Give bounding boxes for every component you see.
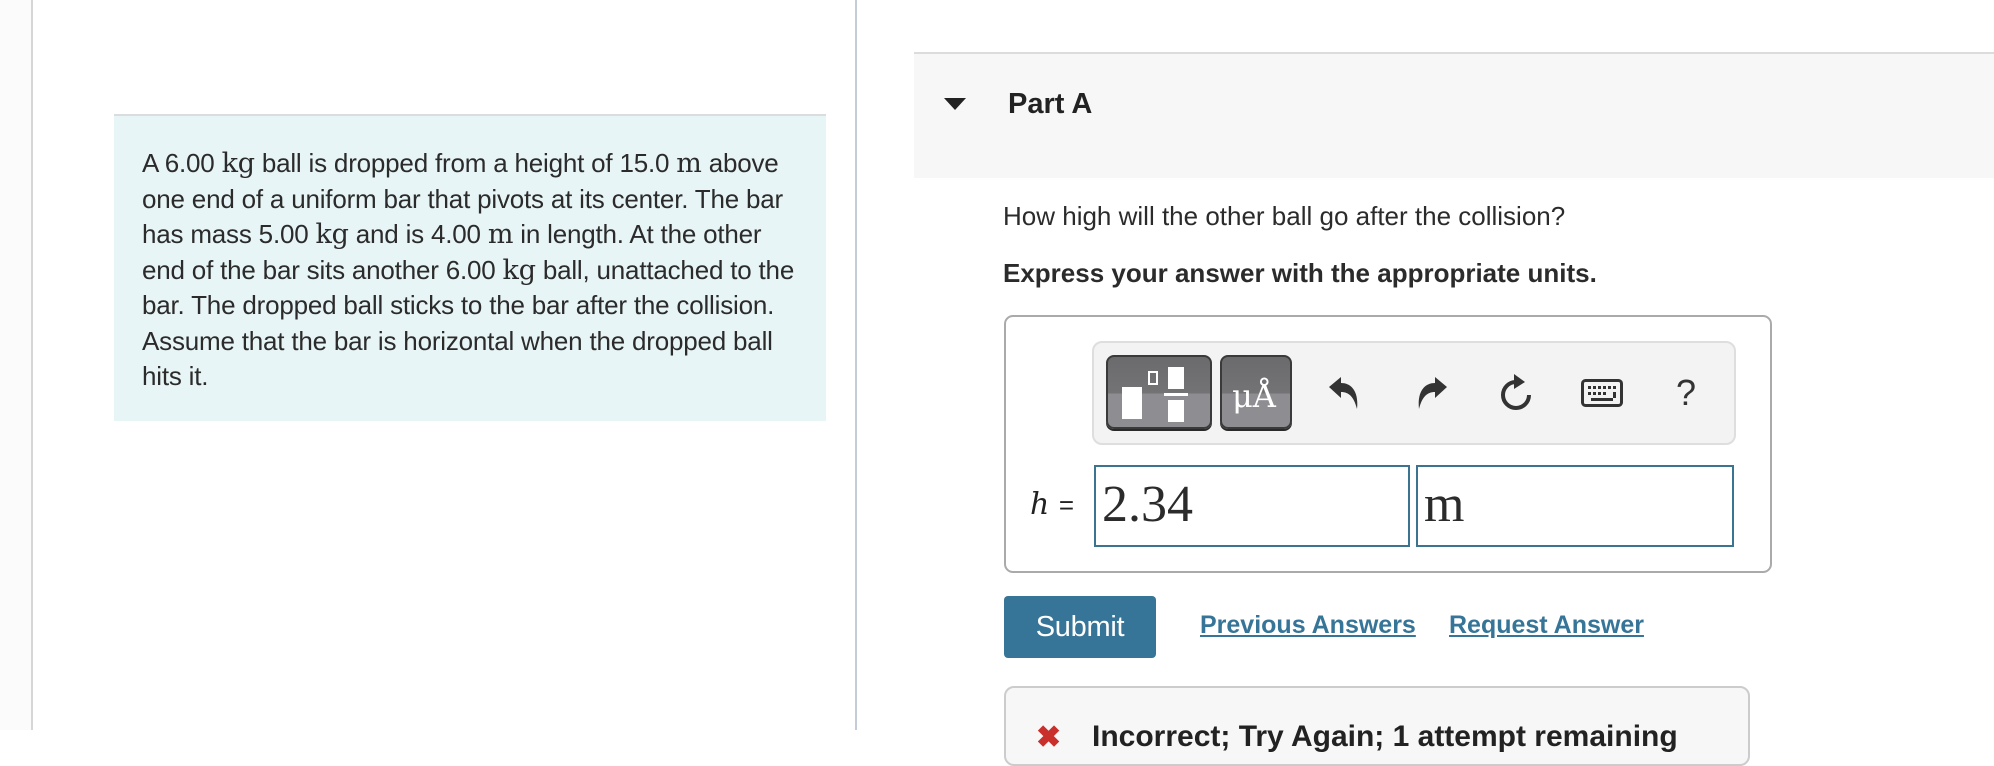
- variable-label: h =: [1030, 487, 1074, 522]
- value-input[interactable]: 2.34: [1094, 465, 1410, 547]
- math-toolbar: μÅ ?: [1092, 341, 1736, 445]
- reset-button[interactable]: [1494, 369, 1538, 417]
- request-answer-link[interactable]: Request Answer: [1449, 611, 1644, 640]
- equals-sign: =: [1058, 490, 1075, 520]
- problem-text: A 6.00 kg ball is dropped from a height …: [142, 146, 798, 395]
- left-rail: [0, 0, 33, 730]
- incorrect-icon: ✖: [1036, 721, 1062, 754]
- collapse-caret-icon[interactable]: [944, 98, 966, 110]
- unit-symbol: m: [676, 148, 702, 179]
- unit-symbol: m: [487, 219, 514, 250]
- units-icon: μÅ: [1232, 377, 1276, 415]
- problem-text-segment: and is 4.00: [348, 219, 488, 249]
- problem-statement: A 6.00 kg ball is dropped from a height …: [114, 114, 826, 421]
- feedback-box: ✖ Incorrect; Try Again; 1 attempt remain…: [1004, 686, 1750, 766]
- undo-button[interactable]: [1322, 369, 1366, 417]
- keyboard-button[interactable]: [1580, 369, 1624, 417]
- question-text: How high will the other ball go after th…: [1003, 201, 1566, 231]
- reset-icon: [1501, 374, 1531, 410]
- keyboard-icon: [1581, 379, 1623, 407]
- previous-answers-link[interactable]: Previous Answers: [1200, 611, 1416, 640]
- variable-symbol: h: [1030, 487, 1050, 522]
- answer-box: μÅ ? h = 2.34 m: [1004, 315, 1772, 573]
- submit-button[interactable]: Submit: [1004, 596, 1156, 658]
- unit-symbol: kg: [502, 254, 536, 286]
- help-button[interactable]: ?: [1664, 369, 1708, 417]
- unit-symbol: kg: [315, 219, 349, 250]
- redo-icon: [1418, 377, 1447, 409]
- redo-button[interactable]: [1410, 369, 1454, 417]
- instruction-text: Express your answer with the appropriate…: [1003, 258, 1597, 288]
- unit-input[interactable]: m: [1416, 465, 1734, 547]
- templates-button[interactable]: [1106, 355, 1212, 429]
- part-a-header[interactable]: Part A: [914, 52, 1994, 178]
- unit-symbol: kg: [221, 148, 255, 179]
- help-icon: ?: [1675, 372, 1697, 413]
- undo-icon: [1329, 377, 1358, 409]
- problem-text-segment: ball is dropped from a height of 15.0: [254, 148, 677, 178]
- units-button[interactable]: μÅ: [1220, 355, 1292, 429]
- part-title: Part A: [1008, 88, 1093, 120]
- feedback-text: Incorrect; Try Again; 1 attempt remainin…: [1092, 720, 1678, 753]
- column-divider: [855, 0, 857, 730]
- problem-text-segment: A 6.00: [142, 148, 222, 178]
